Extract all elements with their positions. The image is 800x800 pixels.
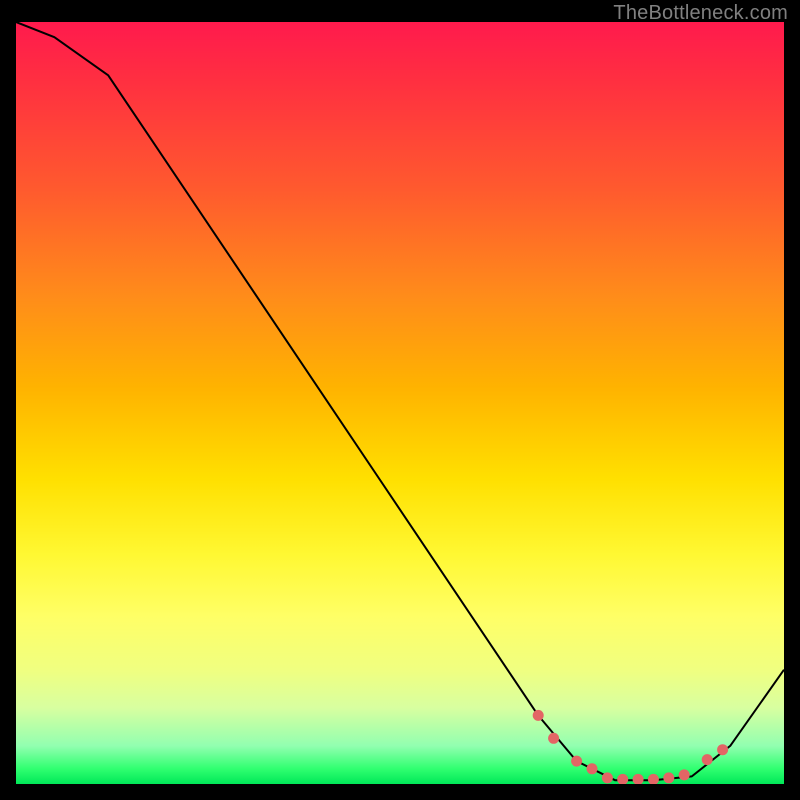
- marker-group: [533, 710, 728, 784]
- marker-dot: [702, 754, 713, 765]
- plot-area: [16, 22, 784, 784]
- marker-dot: [717, 744, 728, 755]
- marker-dot: [679, 769, 690, 780]
- marker-dot: [548, 733, 559, 744]
- marker-dot: [602, 772, 613, 783]
- bottleneck-curve: [16, 22, 784, 780]
- chart-svg: [16, 22, 784, 784]
- marker-dot: [587, 763, 598, 774]
- marker-dot: [648, 774, 659, 784]
- marker-dot: [663, 772, 674, 783]
- marker-dot: [571, 756, 582, 767]
- marker-dot: [633, 774, 644, 784]
- chart-frame: TheBottleneck.com: [0, 0, 800, 800]
- marker-dot: [617, 774, 628, 784]
- marker-dot: [533, 710, 544, 721]
